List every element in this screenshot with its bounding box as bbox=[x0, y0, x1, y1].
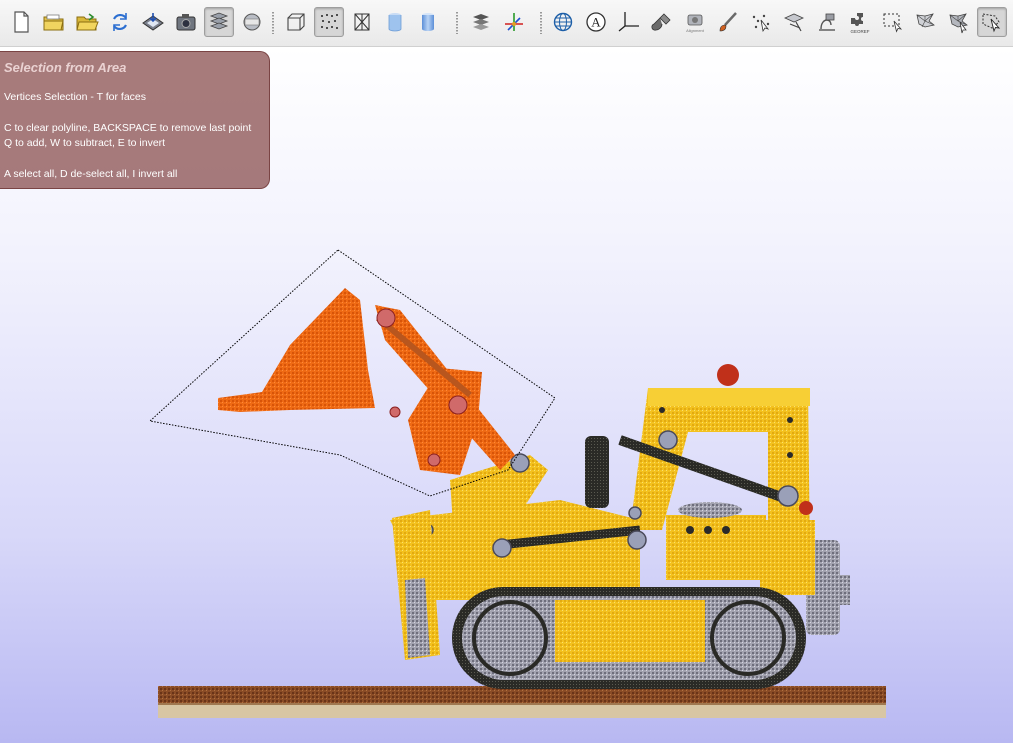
flat-shading-icon[interactable] bbox=[380, 7, 410, 37]
base-board bbox=[158, 686, 886, 718]
globe-icon[interactable] bbox=[548, 7, 578, 37]
georef-icon[interactable]: GEOREF bbox=[845, 7, 875, 37]
select-area-icon[interactable] bbox=[977, 7, 1007, 37]
select-connected-icon[interactable] bbox=[911, 7, 941, 37]
toolbar-separator bbox=[456, 12, 458, 34]
open-project-icon[interactable] bbox=[39, 7, 69, 37]
select-vertices-icon[interactable] bbox=[944, 7, 974, 37]
main-toolbar: A Alignment GEOREF bbox=[0, 0, 1013, 47]
manipulator-icon[interactable] bbox=[779, 7, 809, 37]
bounding-box-icon[interactable] bbox=[281, 7, 311, 37]
align-icon[interactable]: Alignment bbox=[680, 7, 710, 37]
smooth-shading-icon[interactable] bbox=[413, 7, 443, 37]
toolbar-separator bbox=[540, 12, 542, 34]
3d-viewport[interactable]: Selection from Area Vertices Selection -… bbox=[0, 47, 1013, 743]
georef-micro-label: GEOREF bbox=[850, 29, 869, 34]
raster-align-icon[interactable] bbox=[812, 7, 842, 37]
wireframe-icon[interactable] bbox=[347, 7, 377, 37]
pick-points-icon[interactable] bbox=[746, 7, 776, 37]
annotation-a-icon[interactable]: A bbox=[581, 7, 611, 37]
svg-text:A: A bbox=[591, 15, 601, 30]
selected-bucket bbox=[218, 288, 515, 475]
align-micro-label: Alignment bbox=[686, 28, 705, 33]
lighting-icon[interactable] bbox=[466, 7, 496, 37]
help-panel: Selection from Area Vertices Selection -… bbox=[0, 51, 270, 189]
new-document-icon[interactable] bbox=[6, 7, 36, 37]
help-line-add-subtract: Q to add, W to subtract, E to invert bbox=[4, 137, 166, 149]
save-icon[interactable] bbox=[138, 7, 168, 37]
select-rectangle-icon[interactable] bbox=[878, 7, 908, 37]
open-folder-icon[interactable] bbox=[72, 7, 102, 37]
tracks bbox=[452, 587, 806, 689]
help-title: Selection from Area bbox=[4, 60, 127, 75]
measure-angle-icon[interactable] bbox=[614, 7, 644, 37]
help-line-select-all: A select all, D de-select all, I invert … bbox=[4, 168, 178, 180]
paint-brush-icon[interactable] bbox=[713, 7, 743, 37]
layers-icon[interactable] bbox=[204, 7, 234, 37]
help-spacer bbox=[4, 105, 265, 121]
reload-icon[interactable] bbox=[105, 7, 135, 37]
help-line-selection-mode: Vertices Selection - T for faces bbox=[4, 91, 147, 103]
toolbar-separator bbox=[272, 12, 274, 34]
help-line-polyline: C to clear polyline, BACKSPACE to remove… bbox=[4, 122, 252, 134]
axes-icon[interactable] bbox=[499, 7, 529, 37]
points-icon[interactable] bbox=[314, 7, 344, 37]
brush-icon[interactable] bbox=[647, 7, 677, 37]
raster-sphere-icon[interactable] bbox=[237, 7, 267, 37]
camera-icon[interactable] bbox=[171, 7, 201, 37]
help-spacer bbox=[4, 151, 265, 167]
